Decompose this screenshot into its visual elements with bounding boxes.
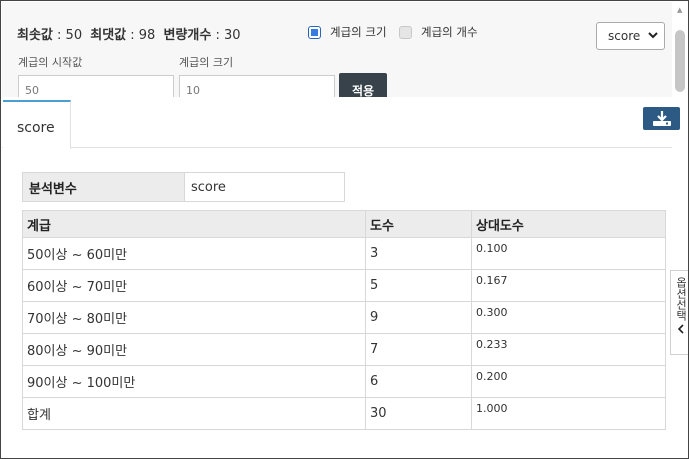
- option-select-label: 옵션선택: [674, 277, 688, 321]
- total-relative-frequency-cell: 1.000: [471, 397, 666, 430]
- frequency-table: 계급 도수 상대도수 50이상 ~ 60미만 3 0.100 60이상 ~ 70…: [22, 210, 666, 430]
- total-label-cell: 합계: [22, 397, 366, 430]
- scroll-up-icon[interactable]: ▲: [677, 6, 682, 14]
- class-cell: 90이상 ~ 100미만: [22, 365, 366, 398]
- frequency-cell: 5: [365, 269, 472, 302]
- settings-panel: 최솟값 : 50 최댓값 : 98 변량개수 : 30 계급의 크기 계급의 개…: [2, 2, 672, 97]
- frequency-cell: 3: [365, 237, 472, 270]
- min-value: : 50: [57, 28, 83, 43]
- table-row: 70이상 ~ 80미만 9 0.300: [22, 301, 666, 334]
- frequency-cell: 7: [365, 333, 472, 366]
- class-count-option-label: 계급의 개수: [421, 25, 478, 39]
- relative-frequency-cell: 0.100: [471, 237, 666, 270]
- variable-select[interactable]: score: [596, 22, 665, 50]
- relative-frequency-cell: 0.233: [471, 333, 666, 366]
- class-cell: 60이상 ~ 70미만: [22, 269, 366, 302]
- variable-header: 분석변수: [22, 172, 185, 202]
- count-label: 변량개수: [163, 28, 212, 43]
- min-label: 최솟값: [17, 28, 53, 43]
- download-button[interactable]: [643, 107, 680, 130]
- start-value-input[interactable]: 50: [18, 75, 174, 97]
- app-frame: 최솟값 : 50 최댓값 : 98 변량개수 : 30 계급의 크기 계급의 개…: [0, 0, 689, 459]
- class-width-checkbox[interactable]: [308, 25, 321, 39]
- frequency-cell: 6: [365, 365, 472, 398]
- table-row: 60이상 ~ 70미만 5 0.167: [22, 269, 666, 302]
- total-frequency-cell: 30: [365, 397, 472, 430]
- count-value: : 30: [215, 28, 241, 43]
- table-row: 80이상 ~ 90미만 7 0.233: [22, 333, 666, 366]
- frequency-cell: 9: [365, 301, 472, 334]
- column-header-relative-frequency: 상대도수: [471, 210, 666, 238]
- column-header-class: 계급: [22, 210, 366, 238]
- chevron-down-icon: [648, 31, 658, 42]
- scrollbar[interactable]: ▲: [672, 2, 688, 458]
- relative-frequency-cell: 0.300: [471, 301, 666, 334]
- table-row: 분석변수 score: [22, 172, 345, 202]
- variable-select-value: score: [608, 29, 641, 43]
- variable-value: score: [184, 172, 345, 202]
- start-value-label: 계급의 시작값: [18, 56, 83, 69]
- table-header-row: 계급 도수 상대도수: [22, 210, 666, 238]
- class-width-label: 계급의 크기: [179, 56, 234, 69]
- max-value: : 98: [130, 28, 156, 43]
- relative-frequency-cell: 0.200: [471, 365, 666, 398]
- stats-summary: 최솟값 : 50 최댓값 : 98 변량개수 : 30: [17, 24, 245, 43]
- table-row: 90이상 ~ 100미만 6 0.200: [22, 365, 666, 398]
- class-width-option-label: 계급의 크기: [330, 25, 387, 39]
- max-label: 최댓값: [90, 28, 127, 43]
- option-select-tab[interactable]: 옵션선택: [670, 270, 688, 355]
- apply-button[interactable]: 적용: [339, 73, 387, 97]
- tab-score[interactable]: score: [3, 100, 71, 149]
- chevron-left-icon: [677, 323, 685, 337]
- class-cell: 70이상 ~ 80미만: [22, 301, 366, 334]
- class-cell: 80이상 ~ 90미만: [22, 333, 366, 366]
- table-row: 50이상 ~ 60미만 3 0.100: [22, 237, 666, 270]
- tab-bar: score: [2, 100, 672, 149]
- column-header-frequency: 도수: [365, 210, 472, 238]
- table-row-total: 합계 30 1.000: [22, 397, 666, 430]
- variable-table: 분석변수 score: [22, 172, 345, 202]
- download-icon: [653, 111, 671, 126]
- class-width-input[interactable]: 10: [179, 75, 335, 97]
- relative-frequency-cell: 0.167: [471, 269, 666, 302]
- class-count-option[interactable]: 계급의 개수: [399, 24, 478, 40]
- class-count-checkbox[interactable]: [399, 25, 412, 39]
- class-cell: 50이상 ~ 60미만: [22, 237, 366, 270]
- scrollbar-thumb[interactable]: [675, 30, 685, 92]
- class-width-option[interactable]: 계급의 크기: [308, 24, 387, 40]
